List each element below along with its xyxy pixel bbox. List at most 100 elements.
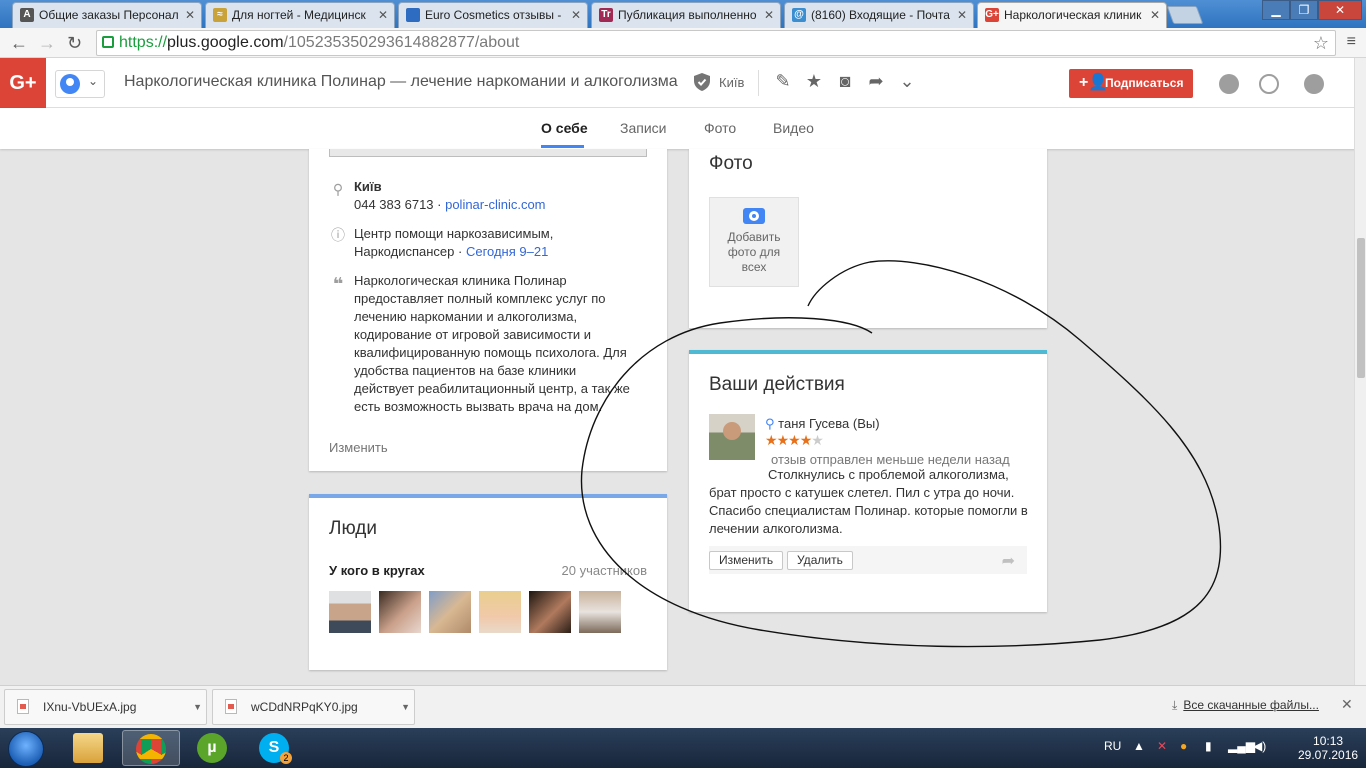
tab-about[interactable]: О себе: [541, 120, 588, 136]
taskbar-chrome[interactable]: [122, 730, 180, 766]
scrollbar-thumb[interactable]: [1357, 238, 1365, 378]
close-tab-icon[interactable]: ✕: [1150, 3, 1160, 27]
back-icon[interactable]: ←: [10, 32, 28, 54]
hours-separator: ·: [454, 244, 466, 259]
tab-title: Общие заказы Персонал: [39, 8, 179, 22]
download-filename: wCDdNRPqKY0.jpg: [251, 700, 358, 714]
page-title: Наркологическая клиника Полинар — лечени…: [124, 73, 678, 90]
website-link[interactable]: polinar-clinic.com: [445, 197, 545, 212]
taskbar-utorrent[interactable]: µ: [184, 730, 242, 766]
bookmark-star-icon[interactable]: ☆: [1313, 31, 1329, 55]
description: Наркологическая клиника Полинар предоста…: [354, 272, 630, 416]
restore-icon[interactable]: ❐: [1290, 0, 1318, 20]
card-accent-bar: [689, 350, 1047, 354]
forward-icon[interactable]: →: [38, 32, 56, 54]
all-downloads-link[interactable]: ⤓ Все скачанные файлы...: [1172, 698, 1319, 713]
skype-badge: 2: [280, 752, 292, 764]
taskbar-skype[interactable]: S 2: [246, 730, 304, 766]
close-window-icon[interactable]: ✕: [1318, 0, 1362, 20]
tab-videos[interactable]: Видео: [773, 120, 814, 136]
image-file-icon: [17, 699, 29, 714]
chrome-menu-icon[interactable]: ≡: [1347, 33, 1356, 51]
notifications-bell-icon[interactable]: [1219, 74, 1239, 94]
tab-photos[interactable]: Фото: [704, 120, 736, 136]
chevron-down-icon[interactable]: ⌄: [896, 70, 918, 92]
start-button[interactable]: [8, 731, 44, 767]
account-avatar-icon: [60, 74, 80, 94]
add-photo-button[interactable]: Добавить фото для всех: [709, 197, 799, 287]
close-tab-icon[interactable]: ✕: [764, 3, 774, 27]
circles-subtitle: У кого в кругах: [329, 563, 425, 578]
tab-posts[interactable]: Записи: [620, 120, 666, 136]
browser-tab-active[interactable]: G+ Наркологическая клиник ✕: [977, 2, 1167, 28]
clock-time: 10:13: [1313, 734, 1344, 748]
location-pin-icon: ⚲: [332, 181, 344, 197]
taskbar-explorer[interactable]: [60, 730, 118, 766]
edit-review-button[interactable]: Изменить: [709, 551, 784, 570]
person-avatar[interactable]: [379, 591, 421, 633]
description-line: кодирование от игровой зависимости и: [354, 327, 592, 342]
about-card: ⚲ Київ 044 383 6713 · polinar-clinic.com…: [309, 149, 667, 471]
description-line: действует реабилитационный центр, а так …: [354, 381, 630, 396]
gplus-logo[interactable]: G+: [0, 58, 46, 108]
hangouts-icon[interactable]: [1304, 74, 1324, 94]
chevron-up-icon[interactable]: ▲: [1133, 739, 1145, 753]
share-arrow-icon[interactable]: ➦: [865, 70, 887, 92]
edit-about-link[interactable]: Изменить: [329, 440, 388, 455]
description-line: Наркологическая клиника Полинар: [354, 273, 567, 288]
description-line: лечению наркомании и алкоголизма,: [354, 309, 578, 324]
delete-review-button[interactable]: Удалить: [787, 551, 853, 570]
person-avatar[interactable]: [429, 591, 471, 633]
battery-icon[interactable]: ▮: [1205, 739, 1212, 753]
reload-icon[interactable]: ↻: [67, 32, 82, 54]
account-switcher[interactable]: ⌄: [55, 70, 105, 98]
phone-number[interactable]: 044 383 6713: [354, 197, 434, 212]
browser-tab[interactable]: ≈ Для ногтей - Медицинск ✕: [205, 2, 395, 28]
person-avatar[interactable]: [579, 591, 621, 633]
chevron-down-icon[interactable]: ▼: [193, 690, 202, 724]
opening-hours-link[interactable]: Сегодня 9–21: [466, 244, 548, 259]
star-icon[interactable]: ★: [803, 70, 825, 92]
edit-pencil-icon[interactable]: ✎: [772, 70, 794, 92]
download-item[interactable]: wCDdNRPqKY0.jpg ▼: [212, 689, 415, 725]
close-icon[interactable]: ✕: [1341, 696, 1353, 713]
volume-icon[interactable]: ◀): [1253, 739, 1266, 753]
address-bar[interactable]: https://plus.google.com/1052353502936148…: [96, 30, 1336, 56]
network-warning-icon[interactable]: ✕: [1157, 739, 1167, 753]
star-filled-icon: ★: [765, 432, 778, 448]
hours-row: Наркодиспансер · Сегодня 9–21: [354, 243, 548, 261]
browser-tab[interactable]: A Общие заказы Персонал ✕: [12, 2, 202, 28]
signal-icon[interactable]: ▂▄▆: [1228, 739, 1255, 753]
browser-tab[interactable]: @ (8160) Входящие - Почта ✕: [784, 2, 974, 28]
review-actions-bar: Изменить Удалить ➦: [709, 546, 1027, 574]
star-filled-icon: ★: [799, 432, 813, 448]
member-count[interactable]: 20 участников: [562, 563, 647, 578]
add-person-icon: +👤: [1079, 74, 1109, 91]
close-tab-icon[interactable]: ✕: [571, 3, 581, 27]
share-arrow-icon[interactable]: ➦: [1002, 551, 1015, 571]
star-rating: ★★★★★: [765, 432, 824, 449]
avast-icon[interactable]: ●: [1180, 739, 1187, 753]
reviewer-name[interactable]: таня Гусева (Вы): [778, 416, 879, 431]
chevron-down-icon[interactable]: ▼: [401, 690, 410, 724]
share-box-icon[interactable]: [1259, 74, 1279, 94]
system-clock[interactable]: 10:13 29.07.2016: [1298, 734, 1358, 762]
camera-icon[interactable]: ◙: [834, 70, 856, 92]
page-scrollbar[interactable]: [1354, 58, 1366, 685]
person-avatar[interactable]: [479, 591, 521, 633]
follow-button[interactable]: +👤 Подписаться: [1069, 69, 1193, 98]
close-tab-icon[interactable]: ✕: [378, 3, 388, 27]
new-tab-button[interactable]: [1166, 6, 1204, 24]
download-item[interactable]: IXnu-VbUExA.jpg ▼: [4, 689, 207, 725]
info-icon: ⓘ: [331, 227, 345, 243]
close-tab-icon[interactable]: ✕: [957, 3, 967, 27]
browser-tab[interactable]: Tr Публикация выполненно ✕: [591, 2, 781, 28]
minimize-icon[interactable]: ▁: [1262, 0, 1290, 20]
browser-tab[interactable]: Euro Cosmetics отзывы - ✕: [398, 2, 588, 28]
map-preview[interactable]: [329, 149, 647, 157]
close-tab-icon[interactable]: ✕: [185, 3, 195, 27]
person-avatar[interactable]: [329, 591, 371, 633]
reviewer-avatar[interactable]: [709, 414, 755, 460]
language-indicator[interactable]: RU: [1104, 739, 1121, 753]
person-avatar[interactable]: [529, 591, 571, 633]
